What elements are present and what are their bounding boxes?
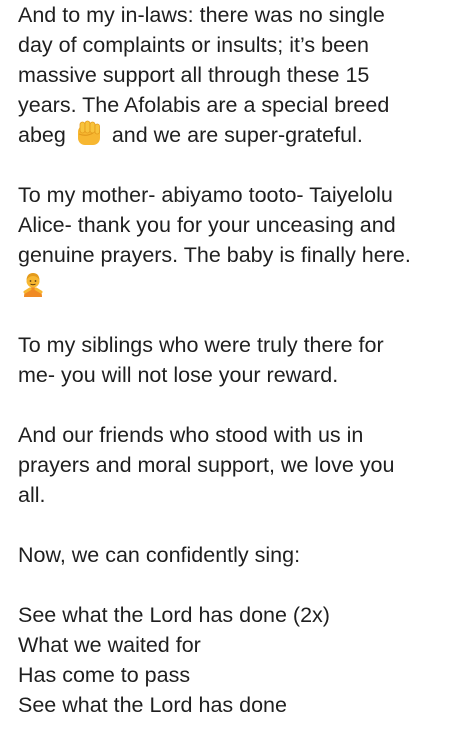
- text-fragment: and we are super-grateful.: [111, 123, 363, 147]
- text-line: What we waited for: [18, 633, 201, 657]
- text-line: me- you will not lose your reward.: [18, 363, 339, 387]
- text-line: See what the Lord has done: [18, 693, 287, 717]
- paragraph-inlaws: And to my in-laws: there was no single d…: [18, 0, 468, 150]
- text-line: prayers and moral support, we love you: [18, 453, 395, 477]
- text-line: And to my in-laws: there was no single: [18, 3, 385, 27]
- paragraph-sing: Now, we can confidently sing:: [18, 540, 468, 570]
- text-fragment: abeg: [18, 123, 66, 147]
- text-line: Now, we can confidently sing:: [18, 543, 301, 567]
- text-line: day of complaints or insults; it’s been: [18, 33, 369, 57]
- raised-fist-icon: [74, 120, 104, 148]
- text-line: massive support all through these 15: [18, 63, 370, 87]
- paragraph-friends: And our friends who stood with us in pra…: [18, 420, 468, 510]
- person-gesturing-icon: [18, 270, 48, 298]
- text-line: See what the Lord has done (2x): [18, 603, 330, 627]
- text-line: To my mother- abiyamo tooto- Taiyelolu: [18, 183, 393, 207]
- paragraph-mother: To my mother- abiyamo tooto- Taiyelolu A…: [18, 180, 468, 300]
- text-line: all.: [18, 483, 46, 507]
- text-line: [18, 270, 468, 300]
- text-line: abeg and we are super-grateful.: [18, 120, 468, 150]
- text-line: To my siblings who were truly there for: [18, 333, 384, 357]
- text-line: genuine prayers. The baby is finally her…: [18, 243, 411, 267]
- text-line: Has come to pass: [18, 663, 191, 687]
- post-body: And to my in-laws: there was no single d…: [18, 0, 468, 720]
- text-line: Alice- thank you for your unceasing and: [18, 213, 396, 237]
- text-line: years. The Afolabis are a special breed: [18, 93, 390, 117]
- paragraph-siblings: To my siblings who were truly there for …: [18, 330, 468, 390]
- text-line: And our friends who stood with us in: [18, 423, 364, 447]
- paragraph-song: See what the Lord has done (2x) What we …: [18, 600, 468, 720]
